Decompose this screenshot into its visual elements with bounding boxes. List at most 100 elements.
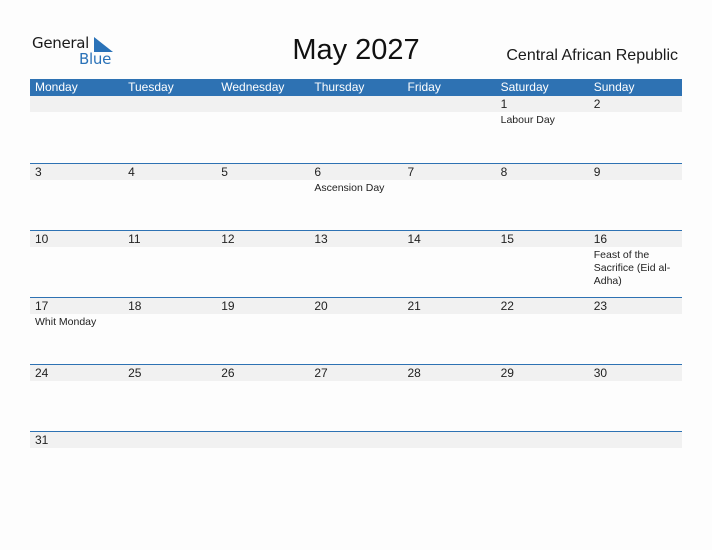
day-cell: 16 xyxy=(589,231,682,247)
week-row: 1 2 Labour Day xyxy=(30,96,682,163)
day-cell: 18 xyxy=(123,298,216,314)
holiday-label xyxy=(309,247,402,288)
holiday-label xyxy=(403,180,496,195)
day-number: 9 xyxy=(593,165,601,179)
day-cell: 19 xyxy=(216,298,309,314)
weekday-header-row: Monday Tuesday Wednesday Thursday Friday… xyxy=(30,79,682,96)
day-number: 23 xyxy=(593,299,608,313)
holiday-label xyxy=(309,381,402,383)
holiday-label xyxy=(216,180,309,195)
events-row: Feast of the Sacrifice (Eid al-Adha) xyxy=(30,247,682,288)
day-number: 29 xyxy=(500,366,514,380)
day-number: 17 xyxy=(35,299,49,313)
day-cell: 11 xyxy=(123,231,216,247)
holiday-label xyxy=(403,112,496,127)
day-cell: 29 xyxy=(496,365,589,381)
events-row xyxy=(30,381,682,383)
holiday-label xyxy=(589,112,682,127)
day-number: 16 xyxy=(593,232,608,246)
holiday-label xyxy=(403,448,496,450)
day-number: 30 xyxy=(593,366,608,380)
day-number: 6 xyxy=(314,165,322,179)
day-cell: 9 xyxy=(589,164,682,180)
weekday-header: Tuesday xyxy=(128,80,174,94)
holiday-label xyxy=(123,314,216,329)
day-cell xyxy=(216,96,309,112)
day-cell xyxy=(403,96,496,112)
holiday-label: Labour Day xyxy=(500,114,555,126)
day-cell xyxy=(403,432,496,448)
day-cell: 28 xyxy=(403,365,496,381)
date-strip: 24 25 26 27 28 29 30 xyxy=(30,365,682,381)
holiday-label xyxy=(496,381,589,383)
day-number: 18 xyxy=(128,299,142,313)
holiday-label xyxy=(30,448,123,450)
holiday-label xyxy=(216,112,309,127)
day-cell xyxy=(309,432,402,448)
holiday-label xyxy=(496,180,589,195)
date-strip: 3 4 5 6 7 8 9 xyxy=(30,164,682,180)
holiday-label xyxy=(216,381,309,383)
day-number: 1 xyxy=(500,97,508,111)
holiday-label xyxy=(30,247,123,288)
holiday-label xyxy=(123,112,216,127)
day-cell xyxy=(589,432,682,448)
holiday-label xyxy=(216,247,309,288)
date-strip: 17 18 19 20 21 22 23 xyxy=(30,298,682,314)
weekday-header: Monday xyxy=(35,80,78,94)
day-number: 19 xyxy=(221,299,235,313)
day-cell: 7 xyxy=(403,164,496,180)
day-cell: 2 xyxy=(589,96,682,112)
day-number: 10 xyxy=(35,232,49,246)
day-cell: 8 xyxy=(496,164,589,180)
day-cell: 30 xyxy=(589,365,682,381)
day-number: 7 xyxy=(407,165,415,179)
holiday-label xyxy=(589,448,682,450)
date-strip: 12 xyxy=(30,96,682,112)
day-cell xyxy=(216,432,309,448)
country-name: Central African Republic xyxy=(506,47,678,64)
day-cell: 13 xyxy=(309,231,402,247)
day-number: 4 xyxy=(128,165,135,179)
holiday-label xyxy=(403,247,496,288)
day-cell: 31 xyxy=(30,432,123,448)
day-cell: 1 xyxy=(496,96,589,112)
holiday-label xyxy=(309,112,402,127)
day-cell: 21 xyxy=(403,298,496,314)
holiday-label xyxy=(216,448,309,450)
day-cell: 3 xyxy=(30,164,123,180)
weekday-header: Friday xyxy=(407,80,441,94)
weekday-header: Saturday xyxy=(500,80,549,94)
week-row: 10 11 12 13 14 15 16 Feast of the Sacrifice (Ei… xyxy=(30,230,682,297)
day-number: 13 xyxy=(314,232,328,246)
week-row: 24 25 26 27 28 29 30 xyxy=(30,364,682,431)
day-number: 22 xyxy=(500,299,514,313)
day-number: 12 xyxy=(221,232,235,246)
holiday-label xyxy=(216,314,309,329)
day-cell: 5 xyxy=(216,164,309,180)
day-number: 15 xyxy=(500,232,514,246)
day-cell: 24 xyxy=(30,365,123,381)
holiday-label: Feast of the Sacrifice (Eid al-Adha) xyxy=(593,249,671,287)
date-strip: 31 xyxy=(30,432,682,448)
day-number: 26 xyxy=(221,366,235,380)
day-cell: 22 xyxy=(496,298,589,314)
day-number: 5 xyxy=(221,165,228,179)
weekday-header: Sunday xyxy=(593,80,635,94)
holiday-label xyxy=(309,448,402,450)
holiday-label xyxy=(589,180,682,195)
day-number: 8 xyxy=(500,165,508,179)
weeks-container: 1 2 Labour Day 3 4 5 6 7 8 9 Ascension Day 10 11 12 13… xyxy=(30,96,682,451)
day-cell xyxy=(309,96,402,112)
day-number: 20 xyxy=(314,299,328,313)
events-row: Labour Day xyxy=(30,112,682,127)
day-number: 25 xyxy=(128,366,142,380)
day-cell: 12 xyxy=(216,231,309,247)
calendar-grid: Monday Tuesday Wednesday Thursday Friday… xyxy=(30,79,682,451)
holiday-label xyxy=(123,247,216,288)
holiday-label xyxy=(496,314,589,329)
day-cell: 27 xyxy=(309,365,402,381)
holiday-label xyxy=(30,180,123,195)
holiday-label xyxy=(496,247,589,288)
holiday-label xyxy=(403,381,496,383)
